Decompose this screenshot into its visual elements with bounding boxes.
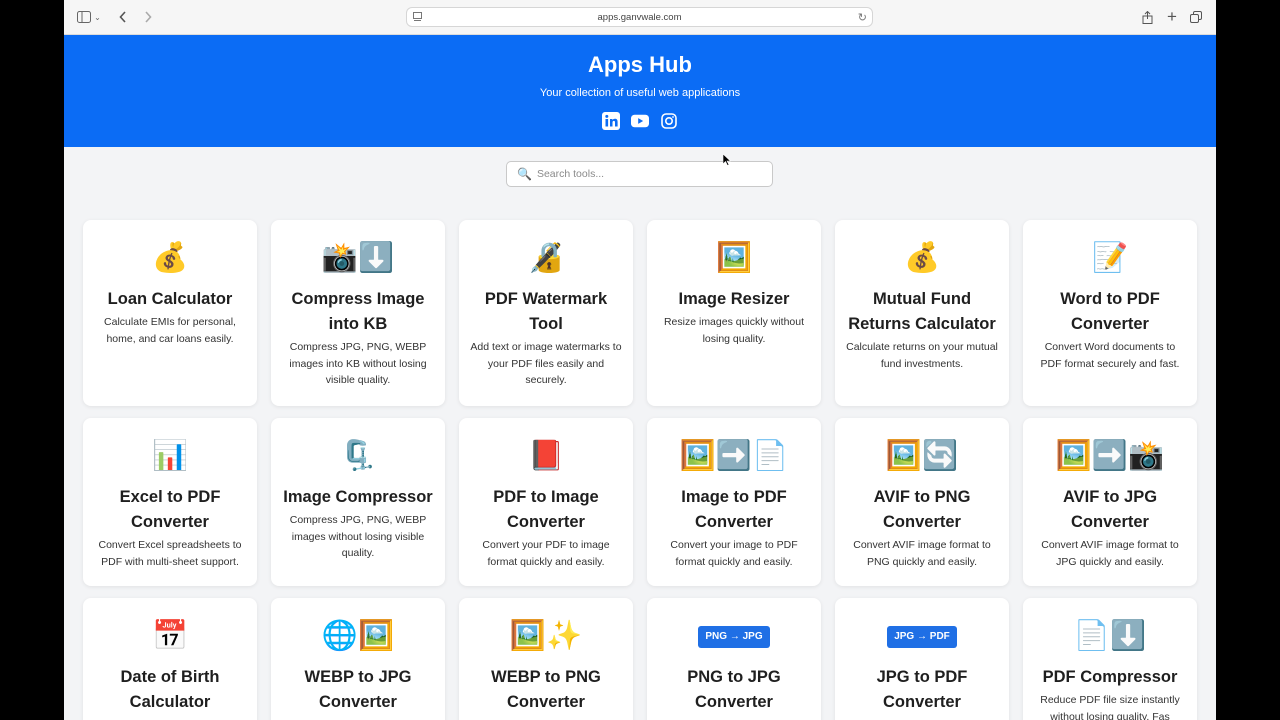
tool-title[interactable]: Word to PDF Converter: [1033, 287, 1187, 337]
tool-title[interactable]: Image Compressor: [281, 485, 435, 510]
tool-description: Calculate returns on your mutual fund in…: [846, 341, 998, 370]
tool-title[interactable]: JPG to PDF Converter: [845, 665, 999, 715]
tool-description: Convert AVIF image format to JPG quickly…: [1041, 539, 1179, 568]
tool-emoji-icon: 💰: [903, 242, 941, 274]
tool-card[interactable]: PNG → JPGPNG to JPG ConverterConvert you…: [647, 598, 821, 720]
site-header: Apps Hub Your collection of useful web a…: [64, 35, 1216, 147]
tool-description: Add text or image watermarks to your PDF…: [470, 341, 622, 386]
url-text: apps.ganvwale.com: [597, 11, 682, 23]
tool-card[interactable]: JPG → PDFJPG to PDF ConverterConvert Mul…: [835, 598, 1009, 720]
share-icon[interactable]: [1140, 8, 1154, 26]
tool-card[interactable]: 📸⬇️ Compress Image into KB Compress JPG, P…: [271, 220, 445, 406]
tool-emoji-icon: 🖼️➡️📸: [1055, 440, 1165, 472]
tool-card[interactable]: 📄⬇️ PDF Compressor Reduce PDF file size in…: [1023, 598, 1197, 720]
tool-description: Compress JPG, PNG, WEBP images into KB w…: [289, 341, 427, 386]
tool-emoji-icon: 📊: [151, 440, 189, 472]
address-bar[interactable]: apps.ganvwale.com ↻: [406, 7, 873, 27]
tool-card[interactable]: 🌐🖼️ WEBP to JPG Converter: [271, 598, 445, 720]
page-subtitle: Your collection of useful web applicatio…: [539, 87, 741, 99]
tool-title[interactable]: WEBP to JPG Converter: [281, 665, 435, 715]
tool-title[interactable]: PDF to Image Converter: [469, 485, 623, 535]
tool-emoji-icon: 🖼️✨: [509, 620, 583, 652]
tool-badge: PNG → JPG: [657, 618, 811, 654]
sidebar-toggle-icon[interactable]: ⌄: [77, 8, 101, 26]
page-settings-icon[interactable]: [413, 12, 422, 22]
tool-title[interactable]: PDF Watermark Tool: [469, 287, 623, 337]
instagram-icon[interactable]: [660, 112, 678, 130]
tool-title[interactable]: Image Resizer: [657, 287, 811, 312]
tool-card[interactable]: 🗜️ Image Compressor Compress JPG, PNG, WEB…: [271, 418, 445, 586]
social-links: [64, 112, 1216, 130]
tool-title[interactable]: Image to PDF Converter: [657, 485, 811, 535]
tool-card[interactable]: 🖼️➡️📸 AVIF to JPG Converter Convert AVIF i…: [1023, 418, 1197, 586]
tool-emoji-icon: 🖼️➡️📄: [679, 440, 789, 472]
linkedin-icon[interactable]: [602, 112, 620, 130]
search-icon: 🔍: [517, 167, 532, 181]
tool-title[interactable]: Excel to PDF Converter: [93, 485, 247, 535]
tool-emoji-icon: 💰: [151, 242, 189, 274]
forward-icon[interactable]: [141, 8, 155, 26]
tool-card[interactable]: 📅 Date of Birth Calculator: [83, 598, 257, 720]
tool-description: Reduce PDF file size instantly without l…: [1040, 694, 1180, 720]
tool-card[interactable]: 🖼️✨ WEBP to PNG Converter: [459, 598, 633, 720]
tool-description: Convert your image to PDF format quickly…: [670, 539, 798, 568]
tool-title[interactable]: AVIF to JPG Converter: [1033, 485, 1187, 535]
tools-grid: 💰 Loan Calculator Calculate EMIs for perso…: [83, 220, 1197, 720]
tool-emoji-icon: 🔏: [527, 242, 565, 274]
tool-description: Compress JPG, PNG, WEBP images without l…: [289, 514, 427, 559]
tool-description: Resize images quickly without losing qua…: [663, 316, 805, 345]
tool-emoji-icon: 🖼️🔄: [885, 440, 959, 472]
search-box[interactable]: 🔍: [506, 161, 773, 187]
tool-card[interactable]: 🖼️🔄 AVIF to PNG Converter Convert AVIF ima…: [835, 418, 1009, 586]
tool-emoji-icon: 🌐🖼️: [321, 620, 395, 652]
reload-icon[interactable]: ↻: [858, 11, 867, 24]
tool-card[interactable]: 💰 Loan Calculator Calculate EMIs for perso…: [83, 220, 257, 406]
tool-card[interactable]: 💰 Mutual Fund Returns Calculator Calculate…: [835, 220, 1009, 406]
tool-emoji-icon: 📅: [151, 620, 189, 652]
tool-title[interactable]: Mutual Fund Returns Calculator: [845, 287, 999, 337]
youtube-icon[interactable]: [631, 112, 649, 130]
tool-description: Calculate EMIs for personal, home, and c…: [104, 316, 236, 345]
tool-card[interactable]: 📝 Word to PDF Converter Convert Word docum…: [1023, 220, 1197, 406]
tool-title[interactable]: PDF Compressor: [1033, 665, 1187, 690]
tool-description: Convert your PDF to image format quickly…: [482, 539, 610, 568]
tool-card[interactable]: 🖼️ Image Resizer Resize images quickly wit…: [647, 220, 821, 406]
tab-overview-icon[interactable]: [1189, 8, 1203, 26]
tool-title[interactable]: Loan Calculator: [93, 287, 247, 312]
browser-toolbar: ⌄ apps.ganvwale.com ↻ +: [64, 0, 1216, 35]
new-tab-icon[interactable]: +: [1165, 7, 1179, 26]
tool-title[interactable]: WEBP to PNG Converter: [469, 665, 623, 715]
tool-emoji-icon: 🗜️: [339, 440, 377, 472]
tool-description: Convert Word documents to PDF format sec…: [1040, 341, 1180, 370]
search-input[interactable]: [536, 168, 757, 180]
back-icon[interactable]: [116, 8, 130, 26]
tool-card[interactable]: 🔏 PDF Watermark Tool Add text or image wat…: [459, 220, 633, 406]
tool-title[interactable]: PNG to JPG Converter: [657, 665, 811, 715]
tool-title[interactable]: Date of Birth Calculator: [93, 665, 247, 715]
tool-emoji-icon: 📕: [527, 440, 565, 472]
tool-description: Convert Excel spreadsheets to PDF with m…: [98, 539, 242, 568]
tool-description: Convert AVIF image format to PNG quickly…: [853, 539, 991, 568]
tool-emoji-icon: 🖼️: [715, 242, 753, 274]
tool-card[interactable]: 📕 PDF to Image Converter Convert your PDF …: [459, 418, 633, 586]
tool-title[interactable]: Compress Image into KB: [281, 287, 435, 337]
page-title: Apps Hub: [588, 52, 692, 77]
tool-card[interactable]: 🖼️➡️📄 Image to PDF Converter Convert your …: [647, 418, 821, 586]
tool-badge-label: PNG → JPG: [698, 626, 770, 648]
tool-card[interactable]: 📊 Excel to PDF Converter Convert Excel spr…: [83, 418, 257, 586]
tool-emoji-icon: 📸⬇️: [321, 242, 395, 274]
tool-emoji-icon: 📄⬇️: [1073, 620, 1147, 652]
tool-badge: JPG → PDF: [845, 618, 999, 654]
tool-emoji-icon: 📝: [1091, 242, 1129, 274]
tool-title[interactable]: AVIF to PNG Converter: [845, 485, 999, 535]
browser-window: ⌄ apps.ganvwale.com ↻ + Apps Hub Your co…: [64, 0, 1216, 720]
tool-badge-label: JPG → PDF: [887, 626, 957, 648]
